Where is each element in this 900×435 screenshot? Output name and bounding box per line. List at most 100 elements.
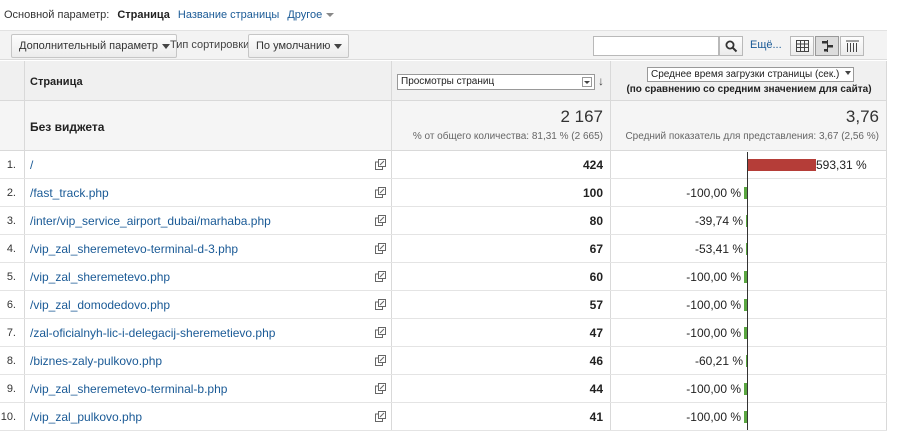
metric1-label: Просмотры страниц bbox=[401, 76, 495, 87]
page-link[interactable]: /vip_zal_domodedovo.php bbox=[30, 298, 170, 312]
table-row: 8. /biznes-zaly-pulkovo.php 46 -60,21 % bbox=[0, 347, 887, 375]
open-page-external-icon[interactable] bbox=[375, 215, 386, 226]
table-view-icon bbox=[796, 40, 809, 52]
pageviews-value: 46 bbox=[589, 354, 603, 368]
secondary-dimension-label: Дополнительный параметр bbox=[19, 40, 158, 52]
open-page-external-icon[interactable] bbox=[375, 327, 386, 338]
page-link[interactable]: /fast_track.php bbox=[30, 186, 109, 200]
chevron-down-icon bbox=[845, 71, 852, 75]
page-link[interactable]: /vip_zal_pulkovo.php bbox=[30, 410, 142, 424]
comparison-bar-positive bbox=[748, 159, 816, 171]
view-comparison-button[interactable] bbox=[815, 36, 839, 56]
open-page-external-icon[interactable] bbox=[375, 299, 386, 310]
comparison-zero-axis bbox=[747, 152, 748, 430]
page-link[interactable]: /vip_zal_sheremetevo-terminal-d-3.php bbox=[30, 242, 238, 256]
open-page-external-icon[interactable] bbox=[375, 355, 386, 366]
dimension-option-other-label: Другое bbox=[287, 9, 323, 21]
primary-dimension-bar: Основной параметр: Страница Название стр… bbox=[0, 0, 900, 30]
metric2-label: Среднее время загрузки страницы (сек.) bbox=[651, 69, 840, 80]
table-row: 5. /vip_zal_sheremetevo.php 60 -100,00 % bbox=[0, 263, 887, 291]
pageviews-value: 424 bbox=[582, 158, 603, 172]
table-toolbar: Дополнительный параметр Тип сортировки: … bbox=[0, 30, 887, 60]
comparison-percent: -100,00 % bbox=[686, 186, 741, 200]
pageviews-value: 100 bbox=[582, 186, 603, 200]
summary-views-subtext: % от общего количества: 81,31 % (2 665) bbox=[412, 131, 603, 142]
comparison-view-icon bbox=[822, 40, 833, 52]
table-row: 4. /vip_zal_sheremetevo-terminal-d-3.php 6… bbox=[0, 235, 887, 263]
comparison-percent: -39,74 % bbox=[694, 214, 743, 228]
view-term-cloud-button[interactable] bbox=[840, 36, 864, 56]
chevron-down-icon bbox=[161, 44, 170, 49]
summary-load-subtext: Средний показатель для представления: 3,… bbox=[625, 131, 879, 142]
table-row: 9. /vip_zal_sheremetevo-terminal-b.php 44 -… bbox=[0, 375, 887, 403]
table-header-row: Страница Просмотры страниц ↓ Среднее вре… bbox=[0, 61, 887, 101]
row-index: 5. bbox=[6, 271, 16, 283]
row-index: 4. bbox=[6, 243, 16, 255]
table-row: 10. /vip_zal_pulkovo.php 41 -100,00 % bbox=[0, 403, 887, 431]
page-link[interactable]: /zal-oficialnyh-lic-i-delegacij-sheremet… bbox=[30, 326, 275, 340]
dimension-option-other[interactable]: Другое bbox=[287, 9, 335, 21]
open-page-external-icon[interactable] bbox=[375, 271, 386, 282]
row-index: 3. bbox=[6, 215, 16, 227]
comparison-percent: -100,00 % bbox=[686, 410, 741, 424]
metric2-selector[interactable]: Среднее время загрузки страницы (сек.) bbox=[647, 67, 855, 82]
open-page-external-icon[interactable] bbox=[375, 187, 386, 198]
pageviews-value: 57 bbox=[589, 298, 603, 312]
page-link[interactable]: /vip_zal_sheremetevo-terminal-b.php bbox=[30, 382, 227, 396]
page-link[interactable]: /biznes-zaly-pulkovo.php bbox=[30, 354, 162, 368]
comparison-percent: -53,41 % bbox=[694, 242, 743, 256]
page-link[interactable]: / bbox=[30, 158, 33, 172]
pivot-view-icon bbox=[846, 40, 859, 52]
row-index: 2. bbox=[6, 187, 16, 199]
metric2-compare-note: (по сравнению со средним значением для с… bbox=[626, 84, 872, 95]
sort-type-value: По умолчанию bbox=[256, 40, 331, 52]
row-index: 9. bbox=[6, 383, 16, 395]
sort-type-label: Тип сортировки: bbox=[170, 39, 253, 51]
pageviews-value: 41 bbox=[589, 410, 603, 424]
row-index: 8. bbox=[6, 355, 16, 367]
secondary-dimension-dropdown[interactable]: Дополнительный параметр bbox=[11, 34, 177, 58]
row-index: 6. bbox=[6, 299, 16, 311]
pageviews-value: 44 bbox=[589, 382, 603, 396]
view-data-table-button[interactable] bbox=[790, 36, 814, 56]
dimension-option-page[interactable]: Страница bbox=[117, 9, 170, 21]
table-row: 1. / 424 593,31 % bbox=[0, 151, 887, 179]
pageviews-value: 80 bbox=[589, 214, 603, 228]
table-row: 2. /fast_track.php 100 -100,00 % bbox=[0, 179, 887, 207]
summary-views-total: 2 167 bbox=[560, 107, 603, 126]
summary-load-average: 3,76 bbox=[845, 107, 879, 126]
open-page-external-icon[interactable] bbox=[375, 159, 386, 170]
table-row: 7. /zal-oficialnyh-lic-i-delegacij-sherem… bbox=[0, 319, 887, 347]
table-row: 3. /inter/vip_service_airport_dubai/marha… bbox=[0, 207, 887, 235]
pageviews-value: 60 bbox=[589, 270, 603, 284]
chevron-down-icon bbox=[334, 44, 343, 49]
page-link[interactable]: /inter/vip_service_airport_dubai/marhaba… bbox=[30, 214, 271, 228]
chevron-down-icon bbox=[582, 77, 592, 87]
sort-type-dropdown[interactable]: По умолчанию bbox=[248, 34, 350, 58]
page-link[interactable]: /vip_zal_sheremetevo.php bbox=[30, 270, 170, 284]
pageviews-value: 67 bbox=[589, 242, 603, 256]
open-page-external-icon[interactable] bbox=[375, 411, 386, 422]
sort-descending-icon[interactable]: ↓ bbox=[598, 75, 604, 87]
open-page-external-icon[interactable] bbox=[375, 383, 386, 394]
comparison-percent: -100,00 % bbox=[686, 326, 741, 340]
comparison-percent: -100,00 % bbox=[686, 382, 741, 396]
primary-dimension-label: Основной параметр: bbox=[4, 9, 110, 21]
pageviews-value: 47 bbox=[589, 326, 603, 340]
page-column-header[interactable]: Страница bbox=[30, 76, 83, 88]
row-index: 1. bbox=[6, 159, 16, 171]
comparison-percent: -100,00 % bbox=[686, 270, 741, 284]
search-icon bbox=[725, 40, 738, 53]
comparison-percent: -100,00 % bbox=[686, 298, 741, 312]
advanced-filter-link[interactable]: Ещё... bbox=[750, 39, 782, 51]
dimension-option-page-title[interactable]: Название страницы bbox=[178, 9, 279, 21]
table-search-input[interactable] bbox=[593, 36, 719, 56]
comparison-percent: -60,21 % bbox=[694, 354, 743, 368]
comparison-percent: 593,31 % bbox=[816, 158, 867, 172]
open-page-external-icon[interactable] bbox=[375, 243, 386, 254]
summary-title: Без виджета bbox=[30, 120, 105, 134]
chevron-down-icon bbox=[326, 13, 335, 18]
search-button[interactable] bbox=[719, 36, 743, 56]
row-index: 7. bbox=[6, 327, 16, 339]
metric1-selector[interactable]: Просмотры страниц bbox=[397, 74, 595, 90]
